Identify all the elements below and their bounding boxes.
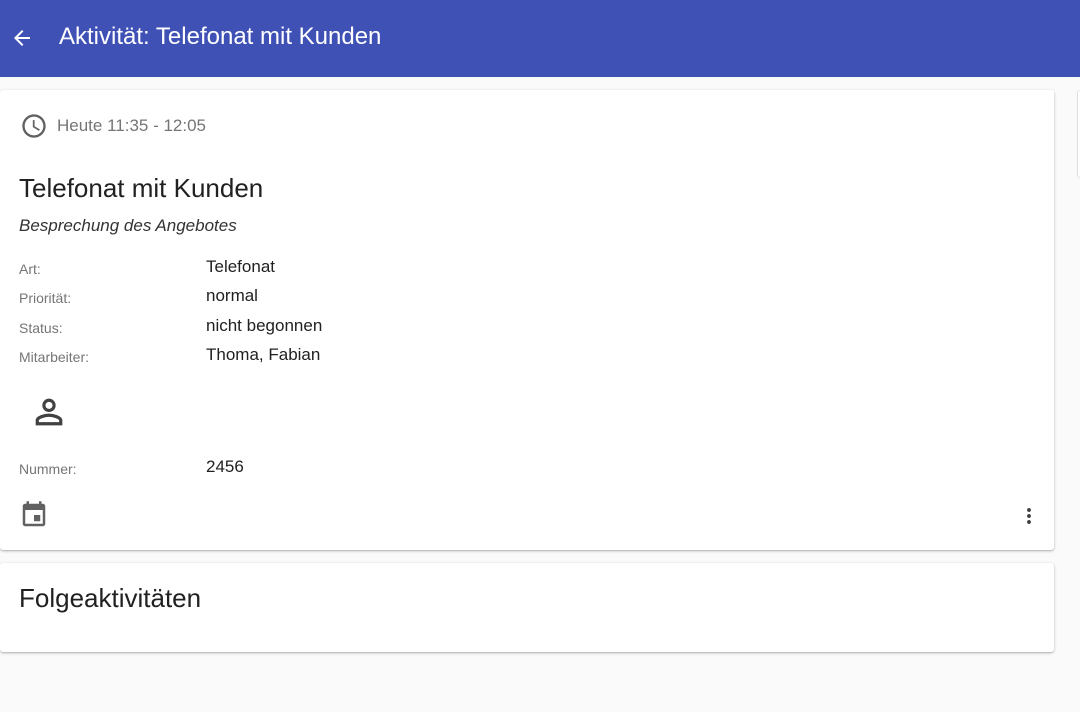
field-value-nummer: 2456 xyxy=(206,457,244,476)
activity-title: Telefonat mit Kunden xyxy=(19,173,264,203)
field-label-art: Art: xyxy=(19,261,41,277)
more-options-button[interactable] xyxy=(1014,501,1044,531)
calendar-button[interactable] xyxy=(19,500,49,530)
field-label-nummer: Nummer: xyxy=(19,461,77,477)
field-value-prioritaet: normal xyxy=(206,286,258,305)
calendar-icon xyxy=(22,501,46,527)
field-value-status: nicht begonnen xyxy=(206,316,323,335)
follow-up-card: Folgeaktivitäten xyxy=(0,563,1054,652)
clock-icon xyxy=(22,114,46,138)
activity-time-row: Heute 11:35 - 12:05 xyxy=(20,112,206,140)
back-button[interactable] xyxy=(7,23,37,53)
field-label-mitarbeiter: Mitarbeiter: xyxy=(19,349,90,365)
field-value-art: Telefonat xyxy=(206,257,275,276)
field-label-status: Status: xyxy=(19,320,63,336)
follow-up-title: Folgeaktivitäten xyxy=(19,583,202,613)
more-vert-icon xyxy=(1027,508,1031,524)
activity-subtitle: Besprechung des Angebotes xyxy=(19,216,237,235)
arrow-back-icon xyxy=(14,30,30,46)
field-value-mitarbeiter: Thoma, Fabian xyxy=(206,345,321,364)
person-icon xyxy=(35,398,63,426)
app-bar: Aktivität: Telefonat mit Kunden xyxy=(0,0,1080,77)
activity-time: Heute 11:35 - 12:05 xyxy=(57,116,207,135)
activity-card: Heute 11:35 - 12:05 Telefonat mit Kunden… xyxy=(0,90,1054,550)
field-label-prioritaet: Priorität: xyxy=(19,290,72,306)
page-title: Aktivität: Telefonat mit Kunden xyxy=(59,23,382,50)
